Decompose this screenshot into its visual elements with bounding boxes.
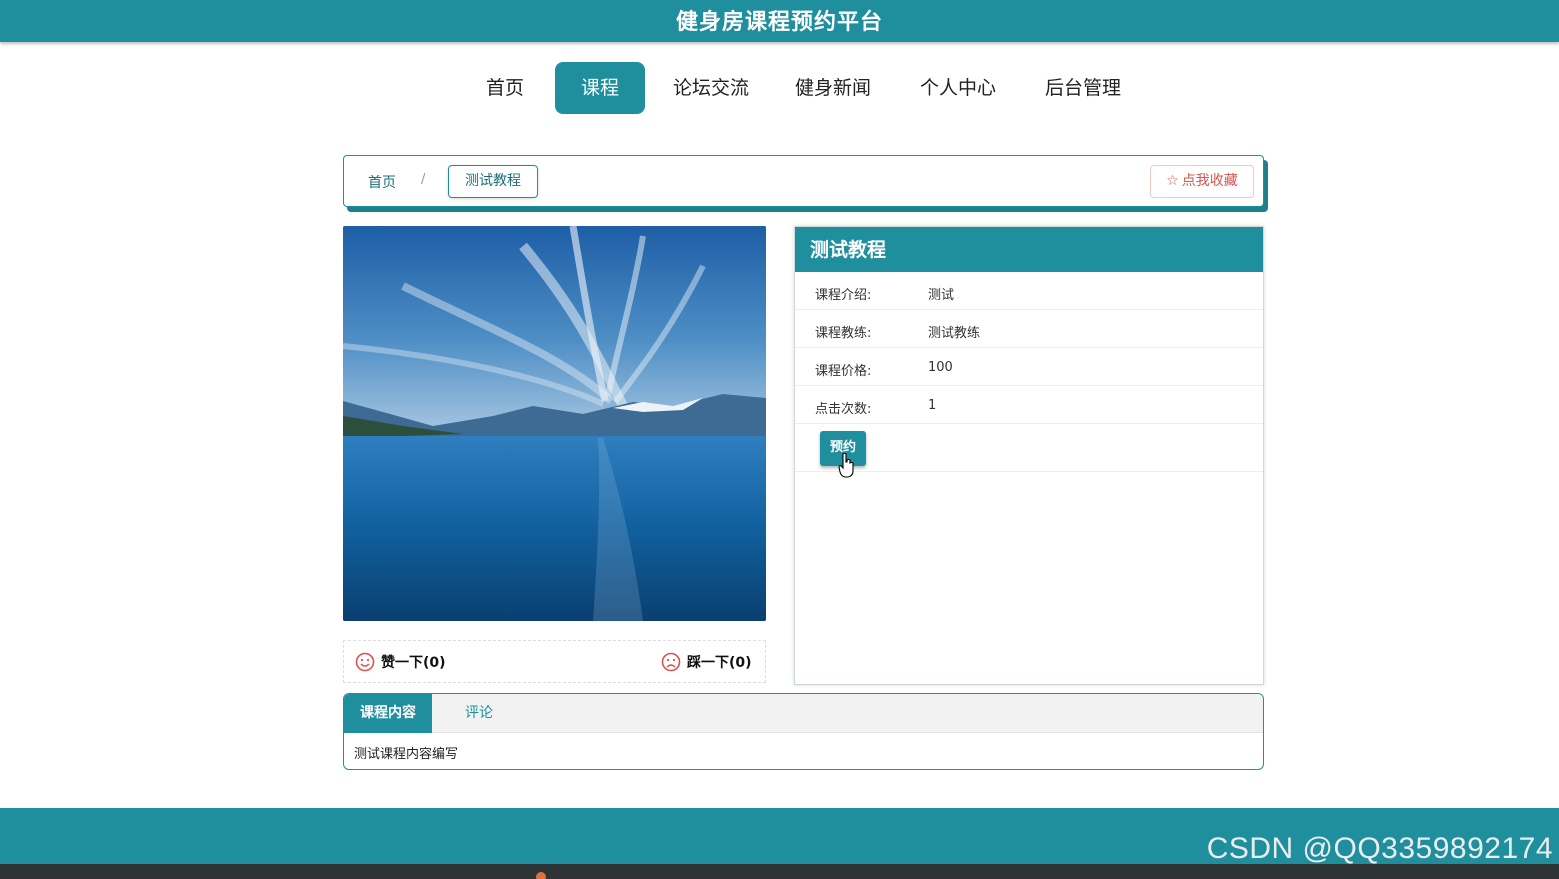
info-row-coach: 课程教练: 测试教练 bbox=[795, 310, 1263, 348]
course-image bbox=[343, 226, 766, 621]
info-row-intro: 课程介绍: 测试 bbox=[795, 272, 1263, 310]
field-label: 课程价格: bbox=[815, 364, 872, 379]
field-value: 100 bbox=[928, 360, 953, 375]
dislike-button[interactable]: 踩一下(0) bbox=[661, 652, 752, 672]
tab-content-text: 测试课程内容编写 bbox=[354, 747, 459, 762]
tab-comments[interactable]: 评论 bbox=[432, 694, 526, 733]
course-info-panel: 测试教程 课程介绍: 测试 课程教练: 测试教练 课程价格: 100 点击次数:… bbox=[794, 226, 1264, 685]
smile-icon bbox=[355, 652, 375, 672]
field-label: 点击次数: bbox=[815, 402, 872, 417]
nav-item-profile[interactable]: 个人中心 bbox=[908, 62, 1008, 114]
watermark: CSDN @QQ3359892174 bbox=[1206, 832, 1553, 865]
taskbar-dot bbox=[536, 872, 546, 879]
field-label: 课程介绍: bbox=[815, 288, 872, 303]
nav-item-admin[interactable]: 后台管理 bbox=[1033, 62, 1133, 114]
favorite-label: 点我收藏 bbox=[1181, 173, 1238, 189]
like-button[interactable]: 赞一下(0) bbox=[355, 652, 446, 672]
field-label: 课程教练: bbox=[815, 326, 872, 341]
site-title: 健身房课程预约平台 bbox=[675, 10, 883, 35]
star-icon: ☆ bbox=[1166, 173, 1179, 189]
content-tabs: 课程内容 评论 测试课程内容编写 bbox=[343, 693, 1264, 770]
like-label: 赞一下(0) bbox=[381, 655, 446, 671]
nav-item-home[interactable]: 首页 bbox=[472, 62, 538, 114]
breadcrumb: 首页 / 测试教程 ☆ 点我收藏 bbox=[343, 155, 1264, 207]
lake-photo bbox=[343, 226, 766, 621]
dislike-label: 踩一下(0) bbox=[687, 655, 752, 671]
nav-item-news[interactable]: 健身新闻 bbox=[783, 62, 883, 114]
info-row-clicks: 点击次数: 1 bbox=[795, 386, 1263, 424]
frown-icon bbox=[661, 652, 681, 672]
hand-cursor-icon bbox=[838, 452, 854, 478]
breadcrumb-separator: / bbox=[421, 172, 426, 187]
tab-course-content[interactable]: 课程内容 bbox=[344, 694, 432, 733]
breadcrumb-current: 测试教程 bbox=[448, 165, 538, 198]
nav-item-forum[interactable]: 论坛交流 bbox=[662, 62, 760, 114]
booking-row: 预约 bbox=[795, 424, 1263, 472]
nav-item-courses[interactable]: 课程 bbox=[555, 62, 645, 114]
field-value: 测试教练 bbox=[928, 326, 981, 341]
field-value: 1 bbox=[928, 398, 937, 413]
vote-bar: 赞一下(0) 踩一下(0) bbox=[343, 640, 766, 683]
info-row-price: 课程价格: 100 bbox=[795, 348, 1263, 386]
header-bar: 健身房课程预约平台 bbox=[0, 0, 1559, 42]
field-value: 测试 bbox=[928, 288, 955, 303]
taskbar-strip bbox=[0, 864, 1559, 879]
favorite-button[interactable]: ☆ 点我收藏 bbox=[1150, 165, 1254, 198]
course-title: 测试教程 bbox=[795, 227, 1263, 272]
main-nav: 首页 课程 论坛交流 健身新闻 个人中心 后台管理 bbox=[0, 62, 1559, 114]
breadcrumb-home-link[interactable]: 首页 bbox=[368, 172, 396, 192]
tab-bar: 课程内容 评论 bbox=[344, 694, 1263, 733]
